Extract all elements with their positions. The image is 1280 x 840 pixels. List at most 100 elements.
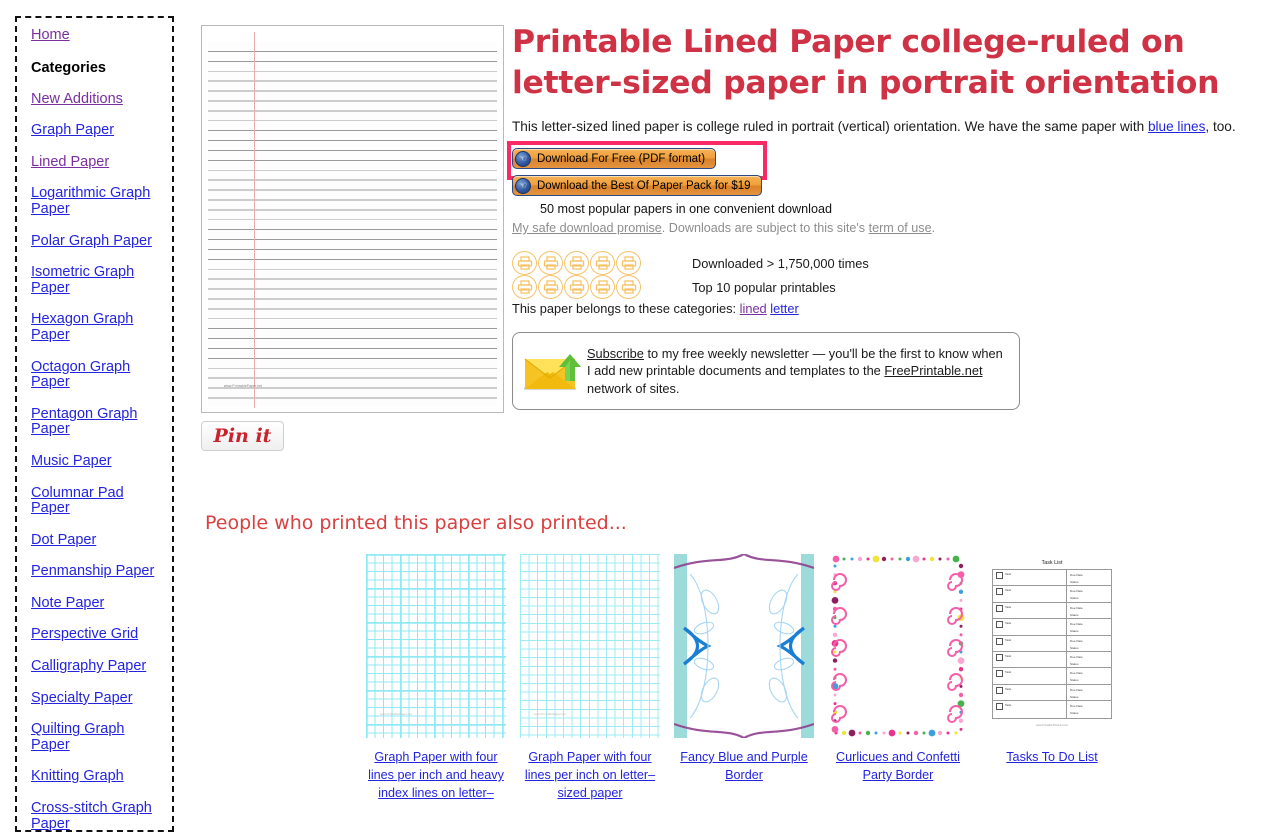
category-link-lined[interactable]: lined [740, 301, 767, 316]
task-label: Task [1005, 686, 1012, 691]
checkbox[interactable] [996, 637, 1003, 645]
sidebar-item-music-paper[interactable]: Music Paper [31, 453, 163, 470]
sidebar-item-perspective-grid[interactable]: Perspective Grid [31, 627, 163, 643]
freeprintable-link[interactable]: FreePrintable.net [884, 363, 982, 378]
status-label: Status [1070, 694, 1079, 699]
sidebar-item-note-paper[interactable]: Note Paper [31, 595, 163, 612]
status-label: Status [1070, 596, 1079, 601]
main-content: Printable Lined Paper college-ruled on l… [507, 22, 1272, 410]
task-cell: Task [993, 602, 1067, 619]
checkbox[interactable] [996, 588, 1003, 596]
table-row: Task Due Date Status [993, 701, 1111, 718]
task-list-thumbnail[interactable]: Task List Task Due Date Status Task Due Date S… [982, 554, 1122, 738]
confetti-border-thumbnail[interactable] [828, 554, 968, 738]
checkbox[interactable] [996, 703, 1003, 711]
printer-icon [590, 251, 615, 275]
pin-it-button[interactable]: Pin it [201, 421, 284, 451]
list-item: Curlicues and Confetti Party Border [828, 554, 968, 802]
checkbox[interactable] [996, 653, 1003, 661]
sidebar-item-isometric-graph-paper[interactable]: Isometric Graph Paper [31, 264, 163, 296]
sidebar-item-hexagon-graph-paper[interactable]: Hexagon Graph Paper [31, 311, 163, 343]
stat-text-group: Downloaded > 1,750,000 times Top 10 popu… [692, 251, 869, 299]
related-caption-link[interactable]: Graph Paper with four lines per inch and… [366, 748, 506, 802]
subscribe-link[interactable]: Subscribe [587, 346, 644, 361]
graph-paper-heavy-thumbnail[interactable]: www.PrintablePaper.net [366, 554, 506, 738]
task-cell: Task [993, 684, 1067, 701]
sidebar-item-knitting-graph[interactable]: Knitting Graph [31, 769, 163, 785]
stat-popular-rank: Top 10 popular printables [692, 279, 836, 295]
categories-line: This paper belongs to these categories: … [512, 301, 1272, 316]
category-link-letter[interactable]: letter [770, 301, 798, 316]
sidebar-item-logarithmic-graph-paper[interactable]: Logarithmic Graph Paper [31, 186, 163, 217]
safe-download-promise-link[interactable]: My safe download promise [512, 221, 662, 235]
task-cell: Task [993, 619, 1067, 635]
printer-icon [564, 251, 589, 275]
task-label: Task [1005, 604, 1012, 609]
related-caption-link[interactable]: Fancy Blue and Purple Border [674, 748, 814, 784]
checkbox[interactable] [996, 572, 1003, 579]
sidebar-item-polar-graph-paper[interactable]: Polar Graph Paper [31, 233, 163, 250]
task-list-table: Task Due Date Status Task Due Date Status Task… [992, 569, 1112, 719]
printer-icon [616, 275, 641, 299]
term-of-use-link[interactable]: term of use [869, 221, 932, 235]
hand-cursor-icon: ☜ [515, 150, 531, 167]
blue-purple-border-thumbnail[interactable] [674, 554, 814, 738]
sidebar-item-home[interactable]: Home [31, 27, 163, 44]
page-description: This letter-sized lined paper is college… [512, 118, 1272, 136]
printer-icon [564, 275, 589, 299]
sidebar-item-penmanship-paper[interactable]: Penmanship Paper [31, 564, 163, 580]
sidebar-item-pentagon-graph-paper[interactable]: Pentagon Graph Paper [31, 406, 163, 438]
checkbox[interactable] [996, 604, 1003, 612]
task-cell: Task [993, 635, 1067, 651]
status-label: Status [1070, 678, 1079, 683]
checkbox[interactable] [996, 621, 1003, 629]
task-label: Task [1005, 572, 1012, 576]
status-label: Status [1070, 629, 1079, 634]
task-label: Task [1005, 653, 1012, 658]
printer-icon [538, 275, 563, 299]
task-cell: Task [993, 701, 1067, 718]
task-label: Task [1005, 637, 1012, 642]
due-date-label: Due Date [1070, 573, 1083, 577]
task-list-title: Task List [1041, 560, 1063, 566]
lined-paper-preview-image[interactable]: www.PrintablePaper.net [201, 25, 504, 413]
download-pack-button[interactable]: ☜ Download the Best Of Paper Pack for $1… [512, 175, 762, 196]
sidebar-item-calligraphy-paper[interactable]: Calligraphy Paper [31, 658, 163, 675]
sidebar-item-graph-paper[interactable]: Graph Paper [31, 123, 163, 139]
sidebar-item-octagon-graph-paper[interactable]: Octagon Graph Paper [31, 359, 163, 391]
related-caption-link[interactable]: Curlicues and Confetti Party Border [828, 748, 968, 784]
description-text-2: , too. [1205, 119, 1236, 134]
list-item: www.PrintablePaper.net Graph Paper with f… [366, 554, 506, 802]
description-text-1: This letter-sized lined paper is college… [512, 119, 1148, 134]
checkbox[interactable] [996, 670, 1003, 678]
status-label: Status [1070, 645, 1079, 650]
due-status-cell: Due Date Status [1067, 652, 1111, 667]
sidebar-item-quilting-graph-paper[interactable]: Quilting Graph Paper [31, 721, 163, 753]
related-caption-link[interactable]: Tasks To Do List [1006, 748, 1097, 766]
table-row: Task Due Date Status [993, 586, 1111, 603]
badge-row [512, 251, 641, 275]
status-label: Status [1070, 612, 1079, 617]
due-status-cell: Due Date Status [1067, 701, 1111, 717]
download-stats: Downloaded > 1,750,000 times Top 10 popu… [512, 251, 1272, 299]
sidebar-item-dot-paper[interactable]: Dot Paper [31, 532, 163, 549]
thumb-credit: www.PrintablePaper.net [380, 712, 412, 716]
download-free-button[interactable]: ☜ Download For Free (PDF format) [512, 148, 717, 169]
sidebar-item-new-additions[interactable]: New Additions [31, 91, 163, 108]
graph-paper-plain-thumbnail[interactable]: www.PrintablePaper.net [520, 554, 660, 738]
sidebar-heading-categories: Categories [31, 59, 106, 76]
task-cell: Task [993, 651, 1067, 668]
due-status-cell: Due Date Status [1067, 570, 1111, 585]
paper-ruled-lines [208, 42, 497, 406]
promise-middle-text: . Downloads are subject to this site's [661, 221, 869, 235]
sidebar-item-columnar-pad-paper[interactable]: Columnar Pad Paper [31, 485, 163, 517]
due-date-label: Due Date [1070, 622, 1083, 627]
sidebar-item-cross-stitch-graph-paper[interactable]: Cross-stitch Graph Paper [31, 800, 163, 832]
sidebar-item-specialty-paper[interactable]: Specialty Paper [31, 690, 163, 707]
related-caption-link[interactable]: Graph Paper with four lines per inch on … [520, 748, 660, 802]
blue-lines-link[interactable]: blue lines [1148, 119, 1205, 134]
sidebar-item-lined-paper[interactable]: Lined Paper [31, 154, 163, 171]
checkbox[interactable] [996, 686, 1003, 694]
list-item: Task List Task Due Date Status Task Due Date S… [982, 554, 1122, 802]
thumb-credit: www.PrintablePaper.net [534, 712, 566, 716]
